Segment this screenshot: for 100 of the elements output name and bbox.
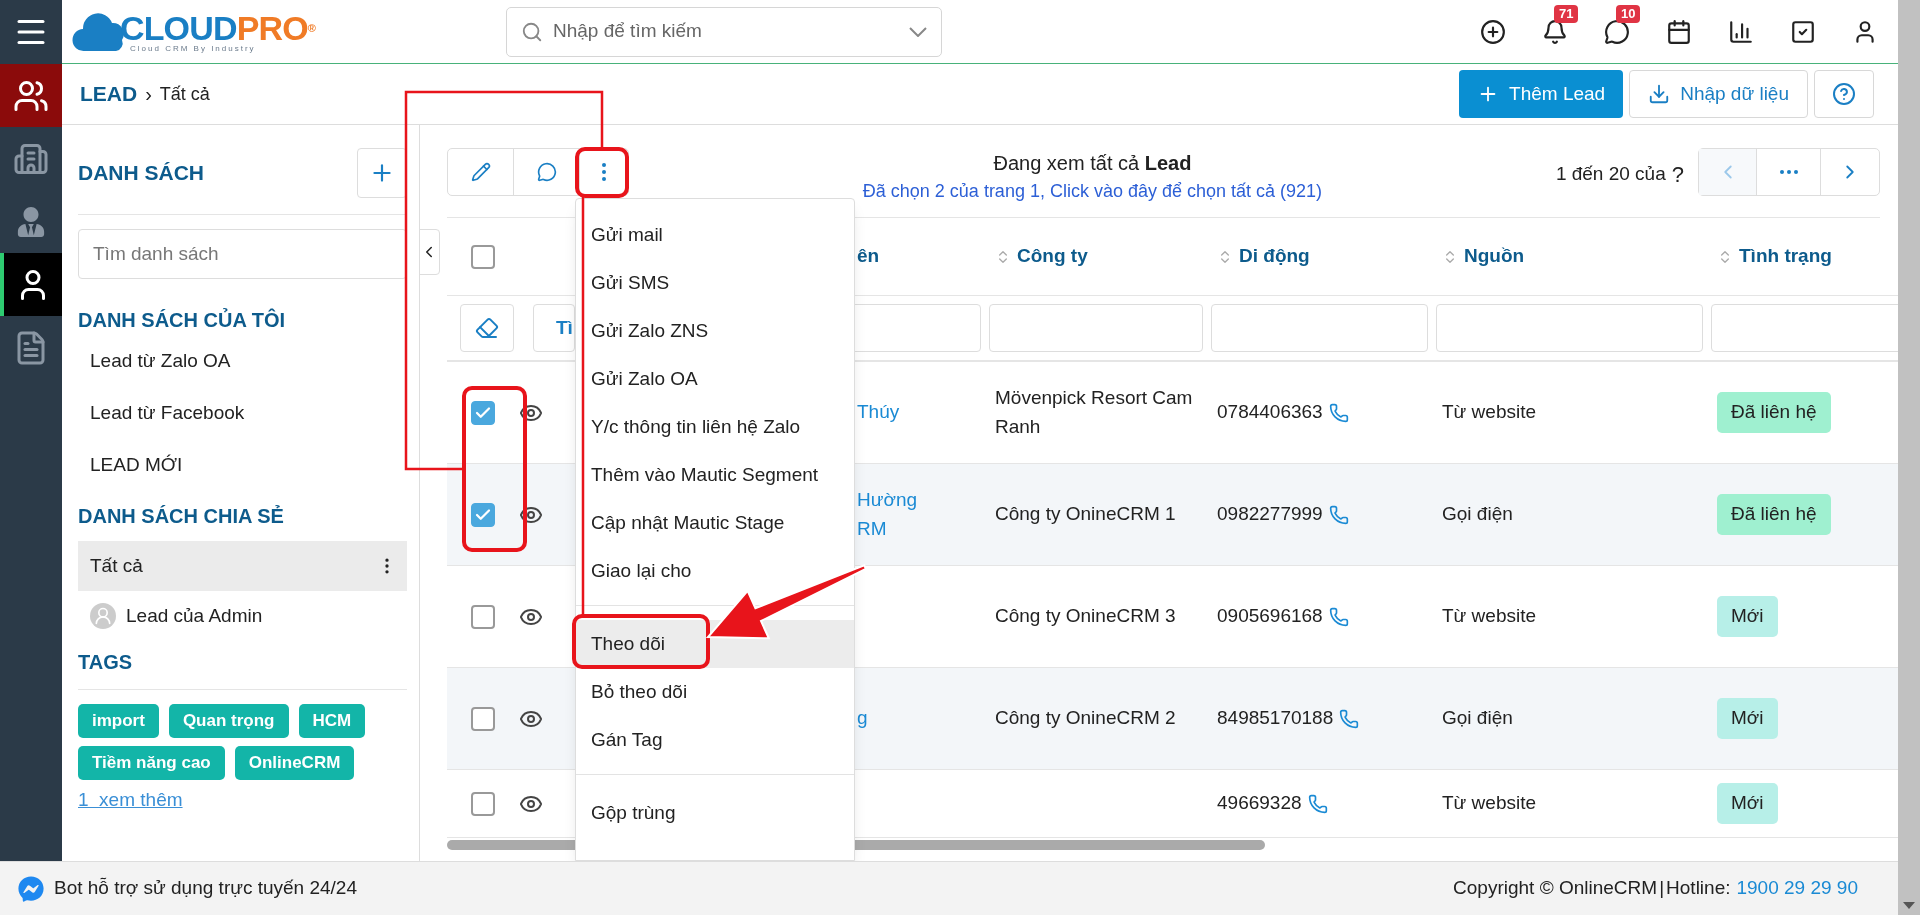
phone-cell-text: 0784406363 xyxy=(1217,400,1323,425)
bell-icon[interactable] xyxy=(1542,18,1568,45)
status-badge: Đã liên hệ xyxy=(1717,392,1831,433)
menu-item[interactable]: Bỏ theo dõi xyxy=(576,668,854,716)
messenger-icon[interactable] xyxy=(18,875,44,902)
menu-item[interactable]: Gộp trùng xyxy=(576,789,854,837)
record-total: ? xyxy=(1671,161,1684,189)
source-cell: Từ website xyxy=(1442,401,1537,423)
filter-field[interactable] xyxy=(989,304,1203,352)
menu-item[interactable]: Gửi Zalo ZNS xyxy=(576,307,854,355)
phone-cell-text: 0982277999 xyxy=(1217,502,1323,527)
highlight-frame xyxy=(575,147,629,198)
pencil-icon xyxy=(470,162,491,182)
phone-icon[interactable] xyxy=(1328,606,1349,627)
collapse-button[interactable] xyxy=(420,229,440,275)
search-input[interactable]: Nhập để tìm kiếm xyxy=(553,17,899,46)
chat-icon xyxy=(536,162,557,182)
list-item[interactable]: Lead từ Facebook xyxy=(78,387,407,439)
company-cell: Công ty OnineCRM 3 xyxy=(995,605,1176,627)
select-all-link[interactable]: Đã chọn 2 của trang 1, Click vào đây để chọn tất cả (921) xyxy=(862,178,1323,205)
chat-icon[interactable] xyxy=(1604,18,1630,45)
eraser-icon xyxy=(475,316,499,340)
phone-icon[interactable] xyxy=(1328,504,1349,525)
add-lead-button[interactable]: Thêm Lead xyxy=(1459,70,1624,118)
company-cell: Công ty OnineCRM 2 xyxy=(995,707,1176,729)
download-icon xyxy=(1648,83,1671,105)
person-tie-icon xyxy=(16,206,46,237)
help-button[interactable] xyxy=(1814,70,1874,118)
kebab-icon xyxy=(602,163,606,181)
status-badge: Mới xyxy=(1717,698,1778,739)
menu-item[interactable]: Thêm vào Mautic Segment xyxy=(576,451,854,499)
menu-item[interactable]: Gửi Zalo OA xyxy=(576,355,854,403)
row-checkbox[interactable] xyxy=(471,400,495,425)
list-search-field[interactable]: Tìm danh sách xyxy=(78,229,407,279)
help-icon xyxy=(1832,82,1856,106)
company-cell: Công ty OnineCRM 1 xyxy=(995,503,1176,525)
view-title: Đang xem tất cả Lead xyxy=(993,151,1192,176)
import-button[interactable]: Nhập dữ liệu xyxy=(1629,70,1808,118)
list-item[interactable]: Lead từ Zalo OA xyxy=(78,335,407,387)
column-header[interactable]: Công ty xyxy=(995,242,1088,271)
column-header[interactable]: Nguồn xyxy=(1442,242,1525,271)
lead-name-link[interactable]: Hường RM xyxy=(857,486,937,543)
calendar-icon[interactable] xyxy=(1666,18,1692,45)
checkbox-icon[interactable] xyxy=(1790,18,1816,45)
status-badge: Mới xyxy=(1717,596,1778,637)
search-icon xyxy=(521,20,543,43)
phone-icon[interactable] xyxy=(1339,708,1360,729)
row-checkbox[interactable] xyxy=(471,244,495,269)
lead-name-link[interactable]: Thúy xyxy=(857,398,937,427)
footer-separator: | xyxy=(1659,876,1665,901)
count-badge: 10 xyxy=(1616,4,1641,23)
vertical-scrollbar[interactable] xyxy=(1898,0,1920,915)
list-label: Lead của Admin xyxy=(126,603,263,628)
clear-filter-button[interactable] xyxy=(460,304,514,352)
list-item[interactable]: Tất cả xyxy=(78,541,407,591)
status-badge: Mới xyxy=(1717,783,1778,824)
hotline-label: Hotline: xyxy=(1666,876,1731,901)
scroll-down-icon[interactable] xyxy=(1903,902,1915,909)
column-header[interactable]: ên xyxy=(857,242,880,271)
menu-item[interactable]: Gửi mail xyxy=(576,211,854,259)
row-checkbox[interactable] xyxy=(471,502,495,527)
section-heading: TAGS xyxy=(78,647,407,690)
menu-item[interactable]: Y/c thông tin liên hệ Zalo xyxy=(576,403,854,451)
avatar-icon xyxy=(90,603,116,629)
filter-field[interactable] xyxy=(1436,304,1703,352)
column-header[interactable]: Di động xyxy=(1217,242,1310,271)
list-item[interactable]: LEAD MỚI xyxy=(78,439,407,491)
filter-field[interactable] xyxy=(1211,304,1428,352)
row-checkbox[interactable] xyxy=(471,604,495,629)
menu-item[interactable]: Giao lại cho xyxy=(576,547,854,595)
list-label: Tất cả xyxy=(90,553,143,578)
chevron-down-icon[interactable] xyxy=(909,26,927,37)
panel-title: DANH SÁCH xyxy=(78,159,204,186)
logo-tagline: Cloud CRM By Industry xyxy=(129,44,257,53)
row-checkbox[interactable] xyxy=(471,706,495,731)
status-badge: Đã liên hệ xyxy=(1717,494,1831,535)
menu-item[interactable]: Cập nhật Mautic Stage xyxy=(576,499,854,547)
source-cell: Từ website xyxy=(1442,605,1537,627)
row-checkbox[interactable] xyxy=(471,791,495,816)
column-header[interactable]: Tình trạng xyxy=(1717,242,1832,271)
breadcrumb-module[interactable]: LEAD xyxy=(80,78,138,110)
phone-icon[interactable] xyxy=(1307,793,1328,814)
add-circle-icon[interactable] xyxy=(1480,18,1506,45)
source-cell: Gọi điện xyxy=(1442,503,1513,525)
menu-item[interactable]: Gửi SMS xyxy=(576,259,854,307)
logo-text: CLOUDPRO® xyxy=(120,10,316,45)
phone-icon[interactable] xyxy=(1328,402,1349,423)
logo[interactable]: CLOUDPRO® Cloud CRM By Industry xyxy=(72,10,502,53)
count-badge: 71 xyxy=(1554,4,1579,23)
record-range: 1 đến 20 của xyxy=(1555,162,1666,186)
section-heading: DANH SÁCH CỦA TÔI xyxy=(78,307,287,333)
chart-icon[interactable] xyxy=(1728,18,1754,45)
lead-name-link[interactable]: g xyxy=(857,704,937,733)
company-cell: Mövenpick Resort Cam Ranh xyxy=(995,387,1193,437)
source-cell: Gọi điện xyxy=(1442,707,1513,729)
menu-item[interactable]: Gán Tag xyxy=(576,716,854,764)
search-box[interactable]: Nhập để tìm kiếm xyxy=(506,6,942,57)
ellipsis-icon xyxy=(1779,170,1798,174)
chat-bot-link[interactable]: Bot hỗ trợ sử dụng trực tuyến 24/24 xyxy=(54,874,357,903)
phone-cell-text: 49669328 xyxy=(1217,791,1302,816)
